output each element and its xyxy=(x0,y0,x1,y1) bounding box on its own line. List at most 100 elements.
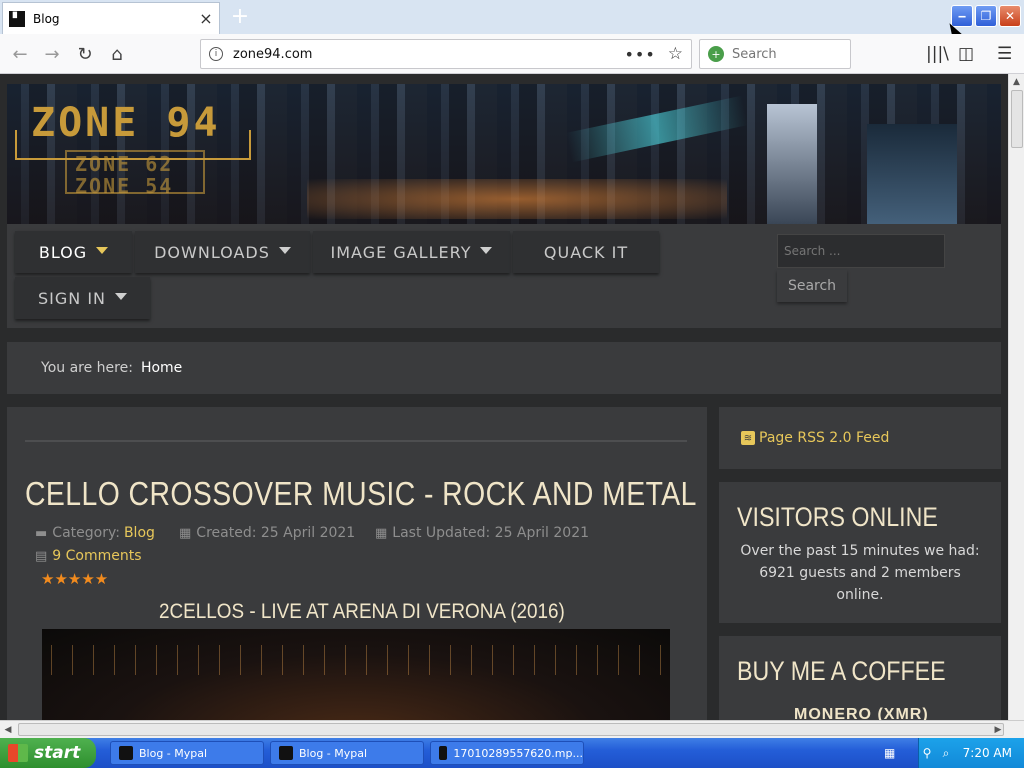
windows-logo-icon xyxy=(8,744,28,762)
bookmark-star-icon[interactable]: ☆ xyxy=(668,44,683,64)
caret-down-icon xyxy=(96,246,109,254)
clock[interactable]: 7:20 AM xyxy=(963,746,1012,760)
site-logo[interactable]: ZONE 94 ZONE 62 ZONE 54 xyxy=(15,100,255,198)
sidebar-icon[interactable]: ◫ xyxy=(958,44,974,64)
comments-count: 9 Comments xyxy=(52,548,142,564)
breadcrumb: You are here: Home xyxy=(7,342,1001,394)
page-actions-icon[interactable]: ••• xyxy=(624,45,655,64)
network-icon[interactable]: ⚲ xyxy=(923,746,937,760)
menu-item-label: SIGN IN xyxy=(37,288,106,308)
category-label: Category: xyxy=(52,525,120,541)
vertical-scroll-thumb[interactable] xyxy=(1011,90,1023,148)
taskbar: start Blog - Mypal Blog - Mypal 17010289… xyxy=(0,738,1024,768)
back-arrow-icon[interactable]: ← xyxy=(6,40,34,68)
library-icon[interactable]: |||\ xyxy=(926,44,949,64)
forward-arrow-icon[interactable]: → xyxy=(38,40,66,68)
rss-panel: ≋ Page RSS 2.0 Feed xyxy=(719,407,1001,469)
taskbar-item-blog[interactable]: Blog - Mypal xyxy=(110,741,264,765)
scroll-left-icon[interactable]: ◀ xyxy=(0,721,16,739)
browser-app-icon xyxy=(279,746,293,760)
site-search-button[interactable]: Search xyxy=(777,270,847,302)
taskbar-item-video[interactable]: 17010289557620.mp... xyxy=(430,741,584,765)
divider xyxy=(25,440,687,442)
horizontal-scroll-thumb[interactable] xyxy=(18,723,1004,736)
article-updated: ▦ Last Updated: 25 April 2021 xyxy=(375,525,589,541)
folder-icon: ▬ xyxy=(35,525,48,541)
taskbar-item-blog[interactable]: Blog - Mypal xyxy=(270,741,424,765)
article-panel: CELLO CROSSOVER MUSIC - ROCK AND METAL ▬… xyxy=(7,407,707,720)
close-tab-icon[interactable]: × xyxy=(197,9,215,28)
menu-item-blog[interactable]: BLOG xyxy=(15,231,132,273)
monero-label: MONERO (XMR) xyxy=(794,706,929,720)
scroll-right-icon[interactable]: ▶ xyxy=(990,721,1006,739)
browser-search-box[interactable]: + xyxy=(699,39,851,69)
menu-item-image-gallery[interactable]: IMAGE GALLERY xyxy=(313,231,510,273)
breadcrumb-label: You are here: xyxy=(41,360,133,376)
home-icon[interactable]: ⌂ xyxy=(103,40,131,68)
menu-item-quack-it[interactable]: QUACK IT xyxy=(513,231,659,273)
comments-link[interactable]: ▤ 9 Comments xyxy=(35,548,142,564)
search-engine-icon[interactable]: + xyxy=(708,46,724,62)
site-search-input[interactable] xyxy=(777,234,945,268)
menu-item-label: IMAGE GALLERY xyxy=(330,242,472,262)
visitors-text: Over the past 15 minutes we had: 6921 gu… xyxy=(740,543,980,603)
rss-icon: ≋ xyxy=(741,431,755,445)
site-info-icon[interactable]: i xyxy=(209,47,223,61)
keyboard-icon[interactable]: ▦ xyxy=(884,746,900,760)
start-button[interactable]: start xyxy=(0,738,96,768)
scroll-up-icon[interactable]: ▲ xyxy=(1009,74,1024,90)
new-tab-button[interactable]: + xyxy=(228,4,252,29)
header-banner: ZONE 94 ZONE 62 ZONE 54 xyxy=(7,84,1001,224)
restore-button[interactable]: ❐ xyxy=(975,5,997,27)
media-app-icon xyxy=(439,746,448,760)
visitors-title: VISITORS ONLINE xyxy=(737,502,938,532)
menu-item-label: QUACK IT xyxy=(543,242,629,262)
close-window-button[interactable]: ✕ xyxy=(999,5,1021,27)
banner-train-light xyxy=(565,95,749,163)
reload-icon[interactable]: ↻ xyxy=(71,40,99,68)
system-tray: ⚲ ⌕ 7:20 AM xyxy=(918,738,1024,768)
banner-building xyxy=(767,104,817,224)
article-title[interactable]: CELLO CROSSOVER MUSIC - ROCK AND METAL xyxy=(25,475,697,513)
video-player[interactable] xyxy=(42,629,670,720)
site-favicon-icon: ▘ xyxy=(9,10,25,27)
address-bar[interactable]: i zone94.com ••• ☆ xyxy=(200,39,692,69)
menu-item-sign-in[interactable]: SIGN IN xyxy=(15,277,150,319)
logo-title: ZONE 94 xyxy=(31,100,221,146)
url-text[interactable]: zone94.com xyxy=(233,47,624,62)
tab-strip: ▘ Blog × + ‒ ❐ ✕ xyxy=(0,0,1024,42)
start-label: start xyxy=(34,743,81,763)
coffee-panel: BUY ME A COFFEE MONERO (XMR) xyxy=(719,636,1001,720)
category-link[interactable]: Blog xyxy=(124,525,155,541)
menu-item-downloads[interactable]: DOWNLOADS xyxy=(135,231,310,273)
caret-down-icon xyxy=(480,246,493,254)
video-title: 2CELLOS - LIVE AT ARENA DI VERONA (2016) xyxy=(159,600,565,623)
page-viewport: ZONE 94 ZONE 62 ZONE 54 BLOG DOWNLOADS I… xyxy=(0,74,1008,720)
caret-down-icon xyxy=(278,246,291,254)
caret-down-icon xyxy=(115,292,127,300)
window-controls: ‒ ❐ ✕ xyxy=(950,0,1024,34)
horizontal-scrollbar[interactable]: ◀ ▶ xyxy=(0,720,1024,738)
menu-hamburger-icon[interactable]: ☰ xyxy=(997,44,1012,64)
rating-stars[interactable]: ★★★★★ xyxy=(41,570,108,588)
article-created: ▦ Created: 25 April 2021 xyxy=(179,525,355,541)
navigation-toolbar: ← → ↻ ⌂ i zone94.com ••• ☆ + |||\ ◫ ☰ xyxy=(0,34,1024,74)
menu-item-label: BLOG xyxy=(38,242,88,262)
created-date: Created: 25 April 2021 xyxy=(196,525,356,541)
tab-blog[interactable]: ▘ Blog × xyxy=(2,2,220,34)
breadcrumb-home: Home xyxy=(140,360,183,376)
search-icon[interactable]: ⌕ xyxy=(943,746,957,760)
calendar-icon: ▦ xyxy=(375,525,388,541)
rss-feed-link[interactable]: Page RSS 2.0 Feed xyxy=(759,430,889,446)
browser-search-input[interactable] xyxy=(732,46,842,62)
calendar-icon: ▦ xyxy=(179,525,192,541)
comment-icon: ▤ xyxy=(35,548,48,564)
menu-item-label: DOWNLOADS xyxy=(154,242,270,262)
taskbar-item-label: Blog - Mypal xyxy=(299,746,368,760)
vertical-scrollbar[interactable]: ▲ xyxy=(1008,74,1024,720)
taskbar-item-label: 17010289557620.mp... xyxy=(453,746,583,760)
tab-title: Blog xyxy=(33,11,60,26)
logo-subtitle-2: ZONE 54 xyxy=(75,174,174,198)
browser-app-icon xyxy=(119,746,133,760)
taskbar-item-label: Blog - Mypal xyxy=(139,746,208,760)
